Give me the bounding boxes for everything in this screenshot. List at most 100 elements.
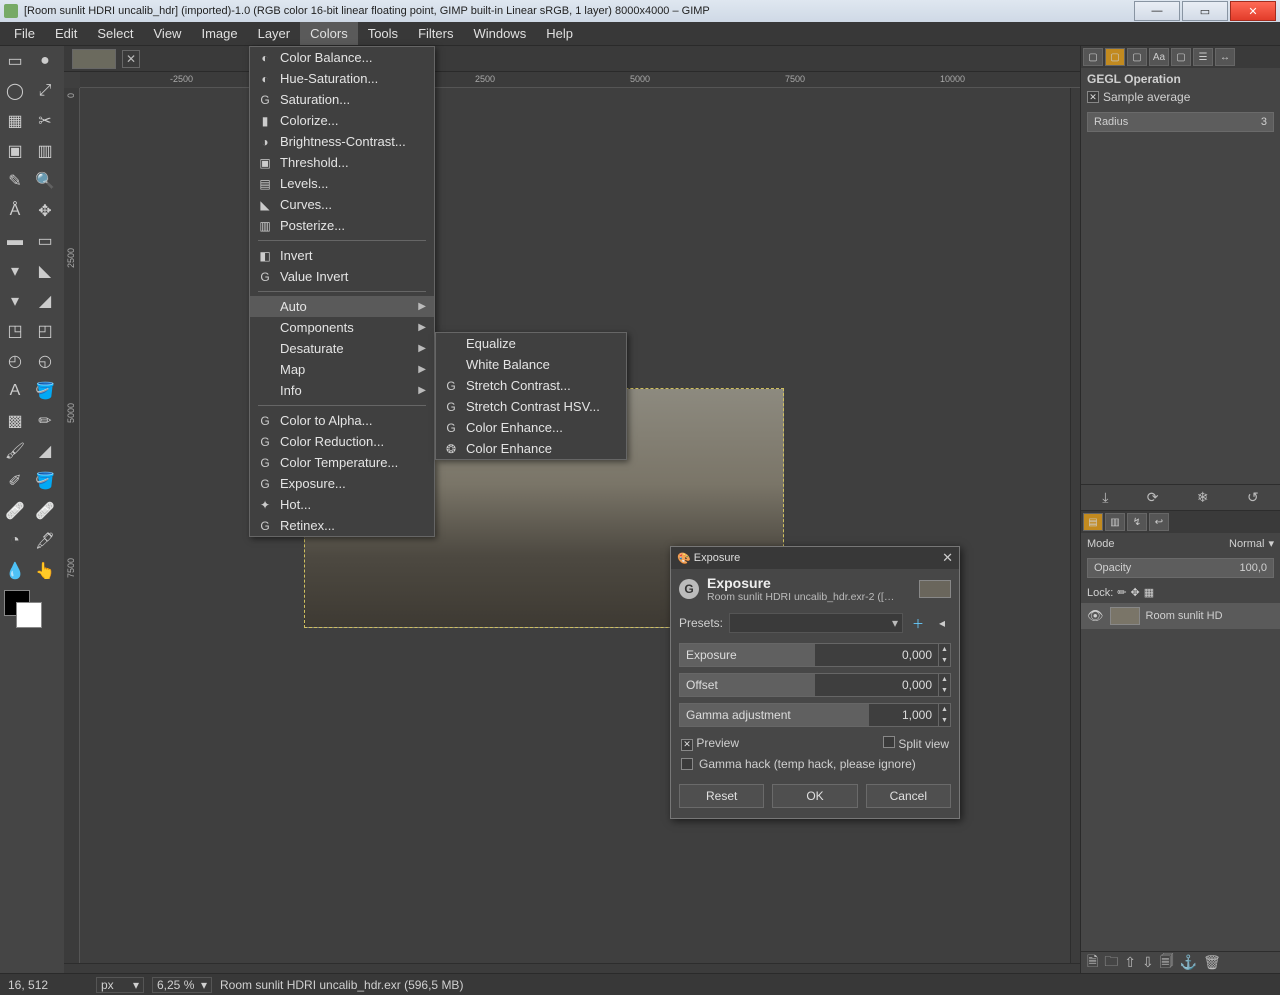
tool-15[interactable]: ◣ <box>30 256 60 286</box>
menuitem-components[interactable]: Components▶ <box>250 317 434 338</box>
tool-0[interactable]: ▭ <box>0 46 30 76</box>
slider-offset[interactable]: Offset0,000▲▼ <box>679 673 951 697</box>
preview-checkbox[interactable]: ✕ <box>681 739 693 751</box>
menuitem-retinex-[interactable]: GRetinex... <box>250 515 434 536</box>
sample-average-checkbox[interactable]: ✕ <box>1087 91 1099 103</box>
tool-24[interactable]: ▩ <box>0 406 30 436</box>
layers-action-3[interactable]: ⇩ <box>1142 954 1154 971</box>
tool-25[interactable]: ✏ <box>30 406 60 436</box>
document-tab[interactable] <box>72 49 116 69</box>
scrollbar-vertical[interactable] <box>1070 88 1080 973</box>
tool-16[interactable]: ▾ <box>0 286 30 316</box>
tool-13[interactable]: ▭ <box>30 226 60 256</box>
menuitem-color-enhance-[interactable]: GColor Enhance... <box>436 417 626 438</box>
dock-tab-0[interactable]: ▢ <box>1083 48 1103 66</box>
menuitem-invert[interactable]: ◧Invert <box>250 245 434 266</box>
tool-2[interactable]: ◯ <box>0 76 30 106</box>
layers-action-5[interactable]: ⚓ <box>1180 954 1197 971</box>
layers-tab-2[interactable]: ↯ <box>1127 513 1147 531</box>
slider-exposure[interactable]: Exposure0,000▲▼ <box>679 643 951 667</box>
menu-image[interactable]: Image <box>191 22 247 45</box>
spin-up-icon[interactable]: ▲ <box>938 644 950 655</box>
menuitem-info[interactable]: Info▶ <box>250 380 434 401</box>
menuitem-color-enhance[interactable]: ❂Color Enhance <box>436 438 626 459</box>
dock-tab-1[interactable]: ▢ <box>1105 48 1125 66</box>
tool-34[interactable]: 💧 <box>0 556 30 586</box>
tool-29[interactable]: 🪣 <box>30 466 60 496</box>
lock-position-icon[interactable]: ✥ <box>1131 586 1140 599</box>
maximize-button[interactable]: ▭ <box>1182 1 1228 21</box>
scrollbar-horizontal[interactable] <box>64 963 1080 973</box>
status-zoom-dropdown[interactable]: 6,25 %▾ <box>152 977 212 993</box>
menu-view[interactable]: View <box>144 22 192 45</box>
tool-5[interactable]: ✂ <box>30 106 60 136</box>
tool-17[interactable]: ◢ <box>30 286 60 316</box>
menuitem-exposure-[interactable]: GExposure... <box>250 473 434 494</box>
tool-22[interactable]: A <box>0 376 30 406</box>
menu-edit[interactable]: Edit <box>45 22 87 45</box>
opacity-field[interactable]: Opacity 100,0 <box>1087 558 1274 578</box>
menuitem-curves-[interactable]: ◣Curves... <box>250 194 434 215</box>
close-button[interactable]: ✕ <box>1230 1 1276 21</box>
tool-20[interactable]: ◴ <box>0 346 30 376</box>
radius-field[interactable]: Radius 3 <box>1087 112 1274 132</box>
dock-tab-4[interactable]: ▢ <box>1171 48 1191 66</box>
gegl-action-3[interactable]: ↺ <box>1247 489 1259 506</box>
splitview-checkbox[interactable] <box>883 736 895 748</box>
reset-button[interactable]: Reset <box>679 784 764 808</box>
minimize-button[interactable]: — <box>1134 1 1180 21</box>
tool-32[interactable]: ◔ <box>0 526 30 556</box>
tool-23[interactable]: 🪣 <box>30 376 60 406</box>
presets-dropdown[interactable]: ▾ <box>729 613 903 633</box>
dialog-close-button[interactable]: ✕ <box>942 550 953 566</box>
tool-8[interactable]: ✎ <box>0 166 30 196</box>
background-color-swatch[interactable] <box>16 602 42 628</box>
menuitem-value-invert[interactable]: GValue Invert <box>250 266 434 287</box>
tool-28[interactable]: ✐ <box>0 466 30 496</box>
spin-down-icon[interactable]: ▼ <box>938 715 950 726</box>
menuitem-posterize-[interactable]: ▥Posterize... <box>250 215 434 236</box>
menuitem-equalize[interactable]: Equalize <box>436 333 626 354</box>
dock-tab-6[interactable]: ↔ <box>1215 48 1235 66</box>
lock-alpha-icon[interactable]: ▦ <box>1144 586 1154 599</box>
tool-27[interactable]: ◢ <box>30 436 60 466</box>
tool-21[interactable]: ◵ <box>30 346 60 376</box>
tool-3[interactable]: ⤢ <box>30 76 60 106</box>
layer-visibility-icon[interactable]: 👁 <box>1087 608 1104 624</box>
menuitem-desaturate[interactable]: Desaturate▶ <box>250 338 434 359</box>
tool-26[interactable]: 🖌 <box>0 436 30 466</box>
spin-down-icon[interactable]: ▼ <box>938 655 950 666</box>
ok-button[interactable]: OK <box>772 784 857 808</box>
tool-30[interactable]: 🩹 <box>0 496 30 526</box>
menuitem-saturation-[interactable]: GSaturation... <box>250 89 434 110</box>
layers-action-4[interactable]: 🗐 <box>1160 951 1174 975</box>
menuitem-color-balance-[interactable]: ◐Color Balance... <box>250 47 434 68</box>
tool-18[interactable]: ◳ <box>0 316 30 346</box>
menuitem-hue-saturation-[interactable]: ◐Hue-Saturation... <box>250 68 434 89</box>
menuitem-threshold-[interactable]: ▣Threshold... <box>250 152 434 173</box>
menu-windows[interactable]: Windows <box>463 22 536 45</box>
menuitem-color-temperature-[interactable]: GColor Temperature... <box>250 452 434 473</box>
menuitem-color-reduction-[interactable]: GColor Reduction... <box>250 431 434 452</box>
menuitem-stretch-contrast-[interactable]: GStretch Contrast... <box>436 375 626 396</box>
layers-tab-3[interactable]: ↩ <box>1149 513 1169 531</box>
dock-tab-2[interactable]: ▢ <box>1127 48 1147 66</box>
slider-gamma-adjustment[interactable]: Gamma adjustment1,000▲▼ <box>679 703 951 727</box>
spin-up-icon[interactable]: ▲ <box>938 674 950 685</box>
tool-33[interactable]: 🖋 <box>30 526 60 556</box>
status-unit-dropdown[interactable]: px▾ <box>96 977 144 993</box>
gegl-action-0[interactable]: ⤓ <box>1102 489 1108 506</box>
document-tab-close[interactable]: ✕ <box>122 50 140 68</box>
layer-row[interactable]: 👁 Room sunlit HD <box>1081 603 1280 629</box>
dock-tab-5[interactable]: ☰ <box>1193 48 1213 66</box>
layers-action-0[interactable]: 🗎 <box>1087 951 1098 975</box>
menu-colors[interactable]: Colors <box>300 22 358 45</box>
tool-12[interactable]: ▬ <box>0 226 30 256</box>
menu-help[interactable]: Help <box>536 22 583 45</box>
menuitem-auto[interactable]: Auto▶ <box>250 296 434 317</box>
color-swatches[interactable] <box>0 586 64 646</box>
menuitem-color-to-alpha-[interactable]: GColor to Alpha... <box>250 410 434 431</box>
dock-tab-3[interactable]: Aa <box>1149 48 1169 66</box>
tool-19[interactable]: ◰ <box>30 316 60 346</box>
layers-tab-1[interactable]: ▥ <box>1105 513 1125 531</box>
